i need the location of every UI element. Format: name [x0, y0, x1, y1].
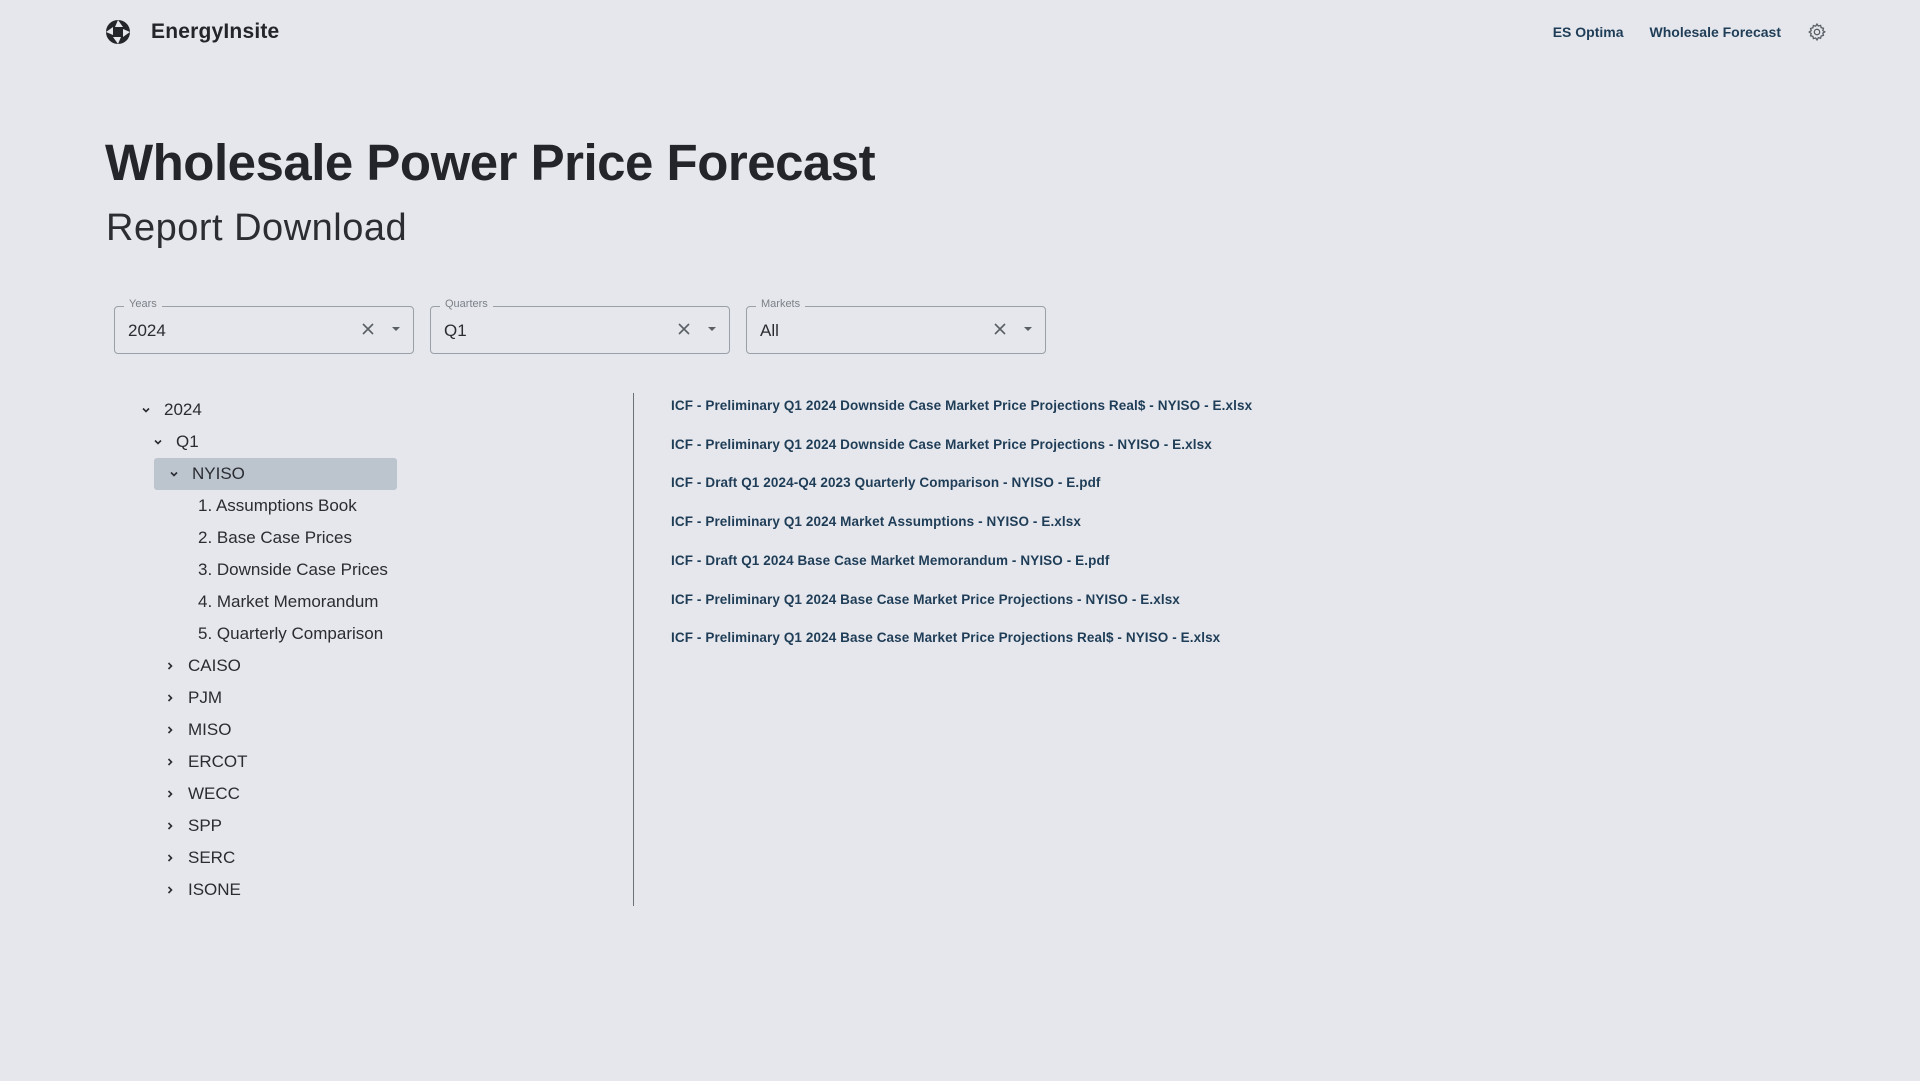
years-value: 2024: [128, 321, 166, 340]
markets-select[interactable]: Markets All: [746, 298, 1046, 354]
chevron-down-icon[interactable]: [166, 466, 182, 482]
panel-divider[interactable]: [633, 393, 634, 906]
file-link[interactable]: ICF - Preliminary Q1 2024 Downside Case …: [671, 398, 1252, 413]
page-subtitle: Report Download: [106, 207, 408, 249]
file-link[interactable]: ICF - Draft Q1 2024 Base Case Market Mem…: [671, 553, 1109, 568]
quarters-label: Quarters: [440, 298, 493, 310]
tree-node-label: WECC: [188, 784, 240, 803]
top-bar: EnergyInsite ES Optima Wholesale Forecas…: [0, 0, 1920, 64]
tree-node-market[interactable]: ISONE: [162, 874, 241, 906]
nav-es-optima[interactable]: ES Optima: [1553, 24, 1624, 40]
chevron-right-icon[interactable]: [162, 754, 178, 770]
tree-node-label: SERC: [188, 848, 236, 867]
chevron-right-icon[interactable]: [162, 658, 178, 674]
tree-node-market[interactable]: SPP: [162, 810, 222, 842]
chevron-right-icon[interactable]: [162, 690, 178, 706]
brand-name: EnergyInsite: [151, 20, 280, 43]
tree-node-market[interactable]: WECC: [162, 778, 240, 810]
nav-wholesale-forecast[interactable]: Wholesale Forecast: [1650, 24, 1782, 40]
brand-logo-link[interactable]: EnergyInsite: [105, 19, 279, 45]
dropdown-arrow-icon[interactable]: [703, 320, 721, 338]
chevron-down-icon[interactable]: [150, 434, 166, 450]
page-title: Wholesale Power Price Forecast: [105, 134, 876, 191]
chevron-right-icon[interactable]: [162, 818, 178, 834]
clear-icon[interactable]: [359, 320, 377, 338]
clear-icon[interactable]: [991, 320, 1009, 338]
tree-node-label: ERCOT: [188, 752, 248, 771]
tree-leaf-report[interactable]: 3. Downside Case Prices: [198, 554, 388, 586]
tree-leaf-report[interactable]: 1. Assumptions Book: [198, 490, 357, 522]
clear-icon[interactable]: [675, 320, 693, 338]
tree-node-label: Q1: [176, 432, 199, 451]
file-link[interactable]: ICF - Preliminary Q1 2024 Downside Case …: [671, 437, 1212, 452]
quarters-value: Q1: [444, 321, 467, 340]
tree-node-label: NYISO: [192, 464, 245, 483]
tree-node-market[interactable]: CAISO: [162, 650, 241, 682]
tree-node-market-selected[interactable]: NYISO: [154, 458, 397, 490]
tree-node-label: SPP: [188, 816, 223, 835]
tree-leaf-report[interactable]: 5. Quarterly Comparison: [198, 618, 383, 650]
quarters-select[interactable]: Quarters Q1: [430, 298, 730, 354]
chevron-right-icon[interactable]: [162, 882, 178, 898]
logo-icon: [106, 20, 130, 44]
tree-node-quarter[interactable]: Q1: [150, 426, 199, 458]
chevron-right-icon[interactable]: [162, 850, 178, 866]
tree-leaf-report[interactable]: 2. Base Case Prices: [198, 522, 352, 554]
tree-node-market[interactable]: ERCOT: [162, 746, 248, 778]
tree-node-label: 2024: [164, 400, 202, 419]
chevron-right-icon[interactable]: [162, 722, 178, 738]
tree-node-label: CAISO: [188, 656, 241, 675]
dropdown-arrow-icon[interactable]: [387, 320, 405, 338]
tree-node-year[interactable]: 2024: [138, 394, 202, 426]
markets-label: Markets: [756, 298, 806, 310]
tree-node-label: PJM: [188, 688, 222, 707]
file-link[interactable]: ICF - Preliminary Q1 2024 Base Case Mark…: [671, 630, 1220, 645]
chevron-down-icon[interactable]: [138, 402, 154, 418]
years-label: Years: [124, 298, 162, 310]
file-link[interactable]: ICF - Preliminary Q1 2024 Market Assumpt…: [671, 514, 1081, 529]
tree-node-market[interactable]: PJM: [162, 682, 222, 714]
tree-node-label: MISO: [188, 720, 232, 739]
tree-node-label: ISONE: [188, 880, 241, 899]
top-nav: ES Optima Wholesale Forecast: [1553, 0, 1920, 64]
file-link[interactable]: ICF - Draft Q1 2024-Q4 2023 Quarterly Co…: [671, 475, 1101, 490]
years-select[interactable]: Years 2024: [114, 298, 414, 354]
chevron-right-icon[interactable]: [162, 786, 178, 802]
markets-value: All: [760, 321, 779, 340]
file-link[interactable]: ICF - Preliminary Q1 2024 Base Case Mark…: [671, 592, 1180, 607]
tree-leaf-report[interactable]: 4. Market Memorandum: [198, 586, 378, 618]
tree-node-market[interactable]: MISO: [162, 714, 231, 746]
dropdown-arrow-icon[interactable]: [1019, 320, 1037, 338]
tree-node-market[interactable]: SERC: [162, 842, 235, 874]
gear-icon[interactable]: [1807, 22, 1827, 42]
